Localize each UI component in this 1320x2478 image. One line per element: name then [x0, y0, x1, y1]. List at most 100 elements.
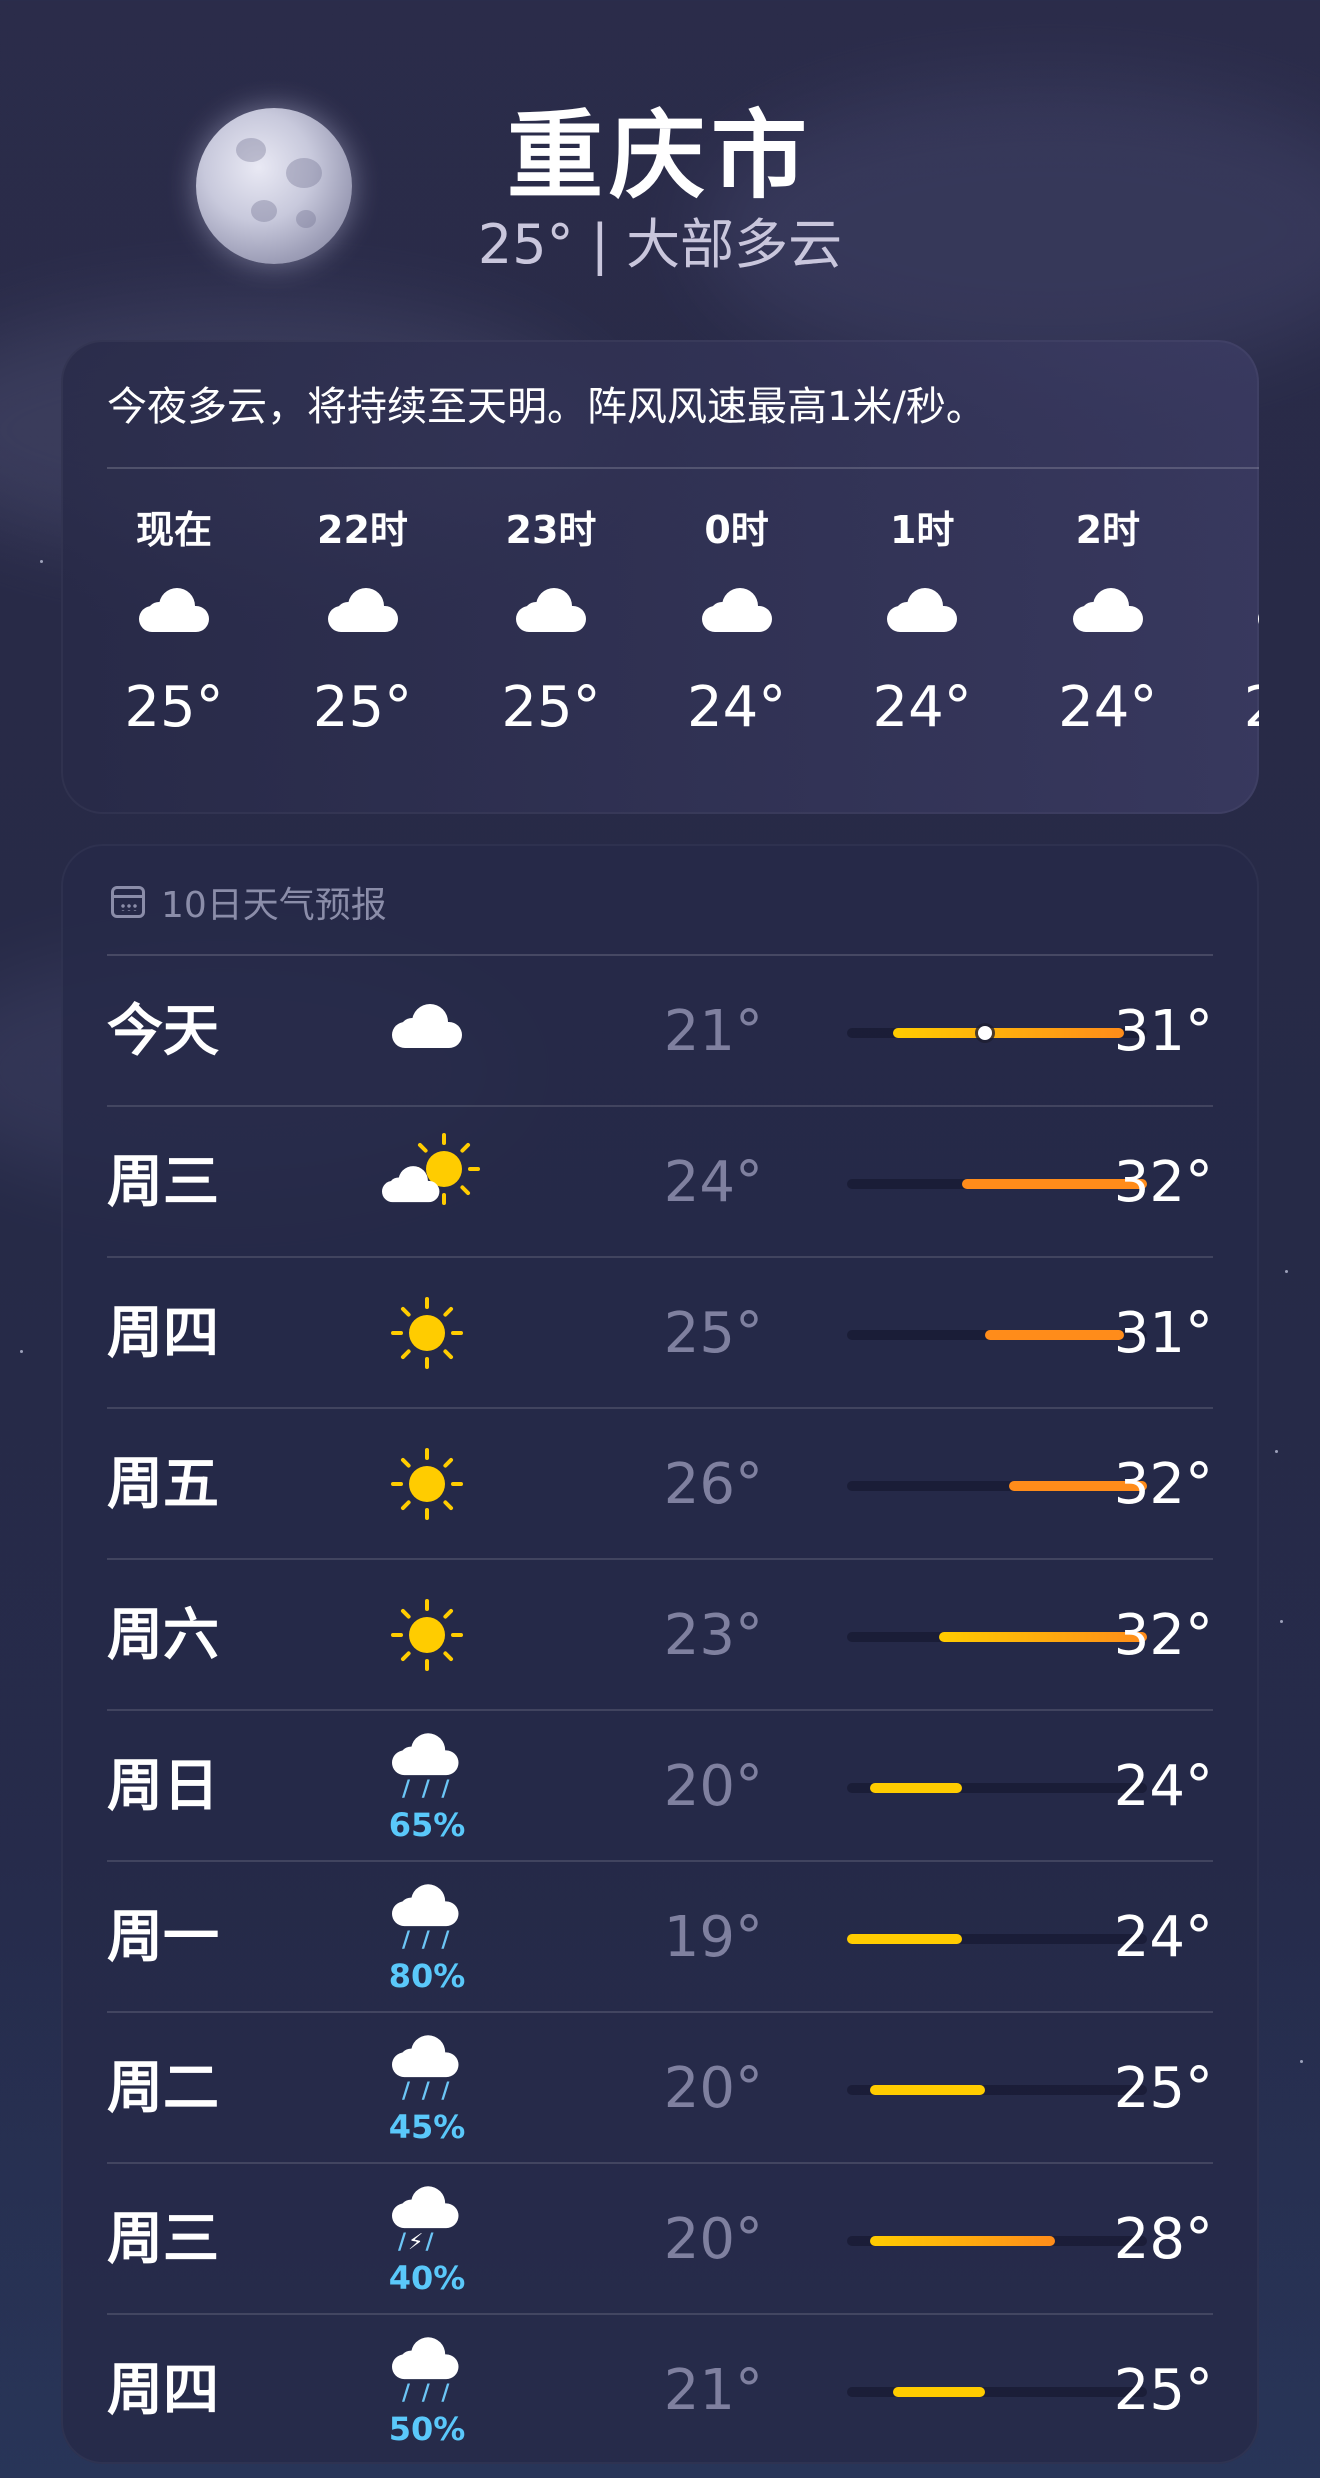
- low-temp: 20°: [663, 2207, 763, 2272]
- temp-range-bar: [870, 2236, 1055, 2246]
- day-label: 周日: [107, 1754, 219, 1819]
- star: [1280, 1620, 1283, 1623]
- low-temp: 19°: [663, 1905, 763, 1970]
- forecast-row[interactable]: 周四 25° 31°: [107, 1258, 1213, 1409]
- hour-column: 23时 25°: [476, 500, 626, 748]
- sun-icon: [372, 1560, 482, 1711]
- hour-label: 现在: [135, 508, 212, 552]
- high-temp: 24°: [1113, 1905, 1213, 1970]
- hour-temp: 24°: [872, 675, 972, 740]
- hour-label: 1时: [889, 508, 955, 552]
- temp-range-bar: [847, 1934, 963, 1944]
- hour-label: 0时: [704, 508, 769, 552]
- hour-label: 3时: [1218, 500, 1259, 560]
- rain-icon: / / /80%: [372, 1862, 482, 2013]
- temp-range-bar: [870, 2085, 986, 2095]
- low-temp: 20°: [663, 2056, 763, 2121]
- cloud-icon: [847, 560, 997, 668]
- low-temp: 26°: [663, 1452, 763, 1517]
- hour-temp: 25°: [312, 675, 413, 740]
- hour-temp: 25°: [501, 675, 601, 740]
- cloud-shape: [1072, 588, 1143, 632]
- low-temp: 23°: [663, 1603, 763, 1668]
- high-temp: 32°: [1113, 1452, 1213, 1517]
- forecast-row[interactable]: 周日 / / /65% 20° 24°: [107, 1711, 1213, 1862]
- sun-icon: [372, 1409, 482, 1560]
- forecast-row[interactable]: 周四 / / /50% 21° 25°: [107, 2315, 1213, 2466]
- cloud-icon: [1218, 560, 1259, 668]
- day-label: 周一: [107, 1905, 219, 1970]
- day-label: 周三: [107, 1150, 219, 1215]
- calendar-icon: [111, 886, 145, 918]
- temp-range-track: [847, 2236, 1147, 2246]
- hour-label: 23时: [505, 508, 597, 552]
- temp-range-track: [847, 1481, 1147, 1491]
- hour-column: 22时 25°: [288, 500, 438, 748]
- temp-range-track: [847, 2085, 1147, 2095]
- forecast-row[interactable]: 今天 21° 31°: [107, 956, 1213, 1107]
- cloud-icon: [99, 560, 249, 668]
- temp-range-track: [847, 1330, 1147, 1340]
- forecast-row[interactable]: 周二 / / /45% 20° 25°: [107, 2013, 1213, 2164]
- hourly-summary: 今夜多云，将持续至天明。阵风风速最高1米/秒。: [107, 384, 986, 430]
- low-temp: 20°: [663, 1754, 763, 1819]
- rain-icon: / / /65%: [372, 1711, 482, 1862]
- cloud-shape: [701, 588, 772, 632]
- forecast-row[interactable]: 周三 /⚡/40% 20° 28°: [107, 2164, 1213, 2315]
- high-temp: 25°: [1113, 2358, 1213, 2423]
- day-label: 周六: [107, 1603, 219, 1668]
- rain-icon: / / /50%: [372, 2315, 482, 2466]
- low-temp: 21°: [663, 2358, 763, 2423]
- cloud-icon: [476, 560, 626, 668]
- star: [1285, 1270, 1288, 1273]
- hour-temp: 25°: [124, 675, 224, 740]
- divider: [107, 467, 1259, 469]
- high-temp: 24°: [1113, 1754, 1213, 1819]
- cloud-icon: [288, 560, 438, 668]
- high-temp: 28°: [1113, 2207, 1213, 2272]
- precip-chance: 45%: [388, 2108, 466, 2146]
- forecast-header: 10日天气预报: [111, 876, 387, 928]
- partly-sunny-icon: [372, 1107, 482, 1258]
- high-temp: 31°: [1113, 1301, 1213, 1366]
- cloud-icon: [1033, 560, 1183, 668]
- precip-chance: 65%: [388, 1806, 466, 1844]
- hour-temp: 24°: [1058, 675, 1158, 740]
- day-label: 周三: [107, 2207, 219, 2272]
- ten-day-forecast-card[interactable]: 10日天气预报 今天 21° 31° 周三 24° 32° 周四 25° 31° 周五 26° 32°…: [61, 844, 1259, 2464]
- forecast-row[interactable]: 周六 23° 32°: [107, 1560, 1213, 1711]
- temp-range-track: [847, 2387, 1147, 2397]
- hourly-forecast-card[interactable]: 今夜多云，将持续至天明。阵风风速最高1米/秒。 现在 25° 22时 25° 23时 25…: [61, 340, 1259, 814]
- hour-column: 0时 24°: [662, 500, 812, 748]
- forecast-row[interactable]: 周五 26° 32°: [107, 1409, 1213, 1560]
- temp-range-track: [847, 1632, 1147, 1642]
- sun-shape: [391, 1599, 463, 1671]
- forecast-row[interactable]: 周一 / / /80% 19° 24°: [107, 1862, 1213, 2013]
- cloud-shape: [516, 588, 586, 632]
- sun-shape: [391, 1297, 463, 1369]
- high-temp: 32°: [1113, 1150, 1213, 1215]
- temp-range-track: [847, 1179, 1147, 1189]
- cloud-shape: [392, 1733, 459, 1776]
- hour-column: 2时 24°: [1033, 500, 1183, 748]
- temp-range-bar: [893, 1028, 1124, 1038]
- low-temp: 25°: [663, 1301, 763, 1366]
- current-conditions: 25° | 大部多云: [477, 213, 843, 276]
- low-temp: 21°: [663, 999, 763, 1064]
- star: [20, 1350, 23, 1353]
- temp-range-bar: [870, 1783, 963, 1793]
- temp-range-track: [847, 1934, 1147, 1944]
- hour-column: 1时 24°: [847, 500, 997, 748]
- cloud-icon: [372, 956, 482, 1107]
- day-label: 周二: [107, 2056, 219, 2121]
- rain-icon: / / /45%: [372, 2013, 482, 2164]
- precip-chance: 80%: [388, 1957, 466, 1995]
- day-label: 周五: [107, 1452, 219, 1517]
- cloud-shape: [392, 1004, 462, 1048]
- hourly-scroll[interactable]: 现在 25° 22时 25° 23时 25° 0时 24° 1时 24° 2时 24° 3时 24°: [61, 500, 1259, 800]
- day-label: 今天: [107, 999, 219, 1064]
- hour-column: 3时 24°: [1218, 500, 1259, 748]
- sun-icon: [372, 1258, 482, 1409]
- forecast-row[interactable]: 周三 24° 32°: [107, 1107, 1213, 1258]
- sun-shape: [391, 1448, 463, 1520]
